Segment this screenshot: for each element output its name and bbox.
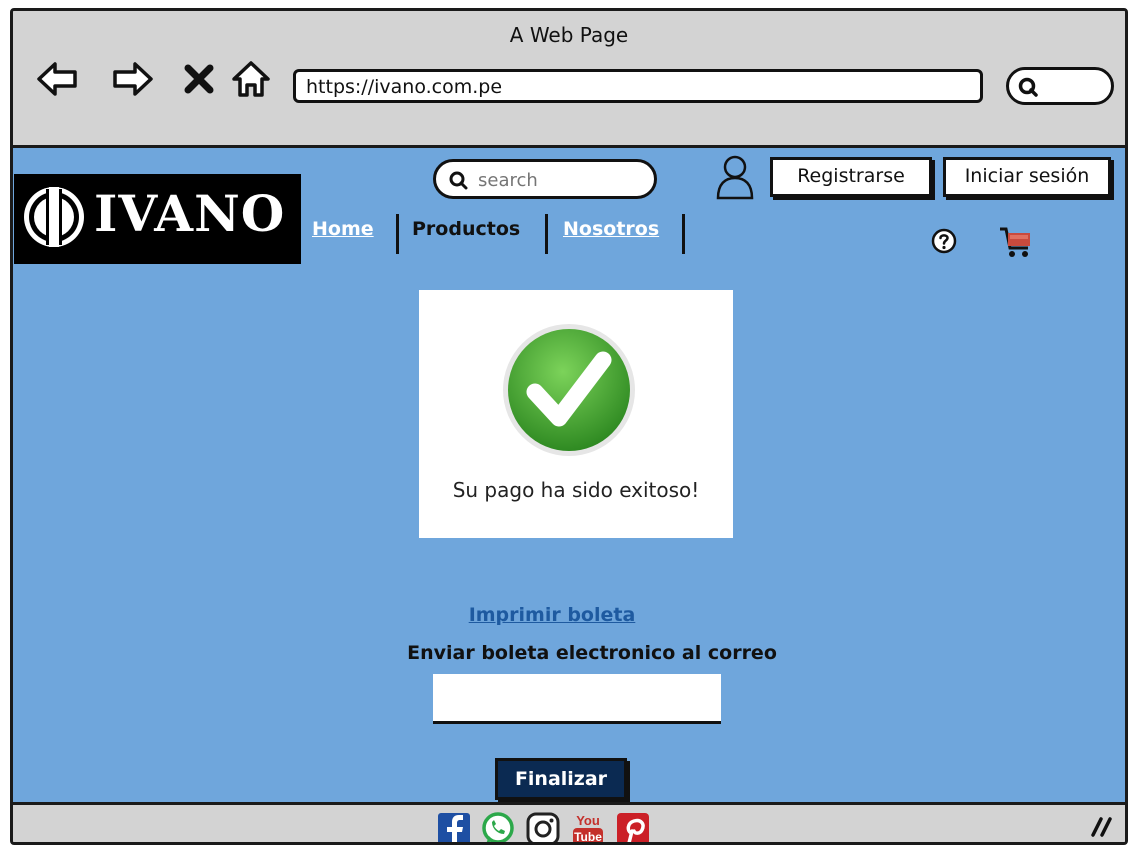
search-icon — [449, 171, 468, 190]
nav-productos[interactable]: Productos — [412, 218, 520, 240]
login-button[interactable]: Iniciar sesión — [943, 157, 1111, 197]
nav-home[interactable]: Home — [312, 218, 374, 240]
register-button[interactable]: Registrarse — [770, 157, 932, 197]
shopping-cart-icon[interactable] — [998, 224, 1034, 260]
instagram-icon[interactable] — [525, 811, 561, 842]
url-bar[interactable]: https://ivano.com.pe — [293, 69, 983, 103]
browser-search-field[interactable] — [1006, 67, 1114, 105]
window-title: A Web Page — [509, 23, 629, 47]
nav-divider — [396, 214, 399, 254]
email-receipt-label: Enviar boleta electronico al correo — [407, 642, 777, 664]
user-icon[interactable] — [715, 154, 755, 200]
success-card: Su pago ha sido exitoso! — [419, 290, 733, 538]
whatsapp-icon[interactable] — [480, 811, 516, 842]
nav-divider — [545, 214, 548, 254]
youtube-icon[interactable]: You Tube — [570, 811, 606, 844]
page-content: IVANO Registrarse Iniciar sesión Home Pr… — [13, 148, 1125, 802]
search-input[interactable] — [476, 166, 650, 194]
back-arrow-icon[interactable] — [35, 57, 79, 101]
email-field[interactable] — [433, 674, 721, 724]
site-search[interactable] — [433, 159, 657, 199]
page-footer: You Tube — [13, 802, 1125, 844]
success-message: Su pago ha sido exitoso! — [452, 478, 700, 502]
search-icon — [1018, 77, 1038, 97]
resize-handle-icon[interactable] — [1089, 815, 1115, 837]
svg-text:Tube: Tube — [574, 830, 602, 844]
help-icon[interactable] — [931, 228, 957, 254]
browser-titlebar: A Web Page https://ivano.com.pe — [13, 11, 1125, 148]
nav-nosotros[interactable]: Nosotros — [563, 218, 659, 240]
logo-ring-icon — [24, 187, 84, 247]
facebook-icon[interactable] — [436, 811, 472, 842]
svg-text:You: You — [576, 813, 600, 828]
print-receipt-link[interactable]: Imprimir boleta — [13, 604, 1125, 626]
finalize-button[interactable]: Finalizar — [495, 758, 627, 800]
logo-text: IVANO — [94, 184, 286, 243]
home-icon[interactable] — [229, 57, 273, 101]
pinterest-icon[interactable] — [615, 811, 651, 842]
nav-divider — [682, 214, 685, 254]
brand-logo[interactable]: IVANO — [14, 174, 301, 264]
browser-window: A Web Page https://ivano.com.pe IVANO se… — [10, 8, 1128, 845]
success-check-icon — [503, 324, 635, 456]
close-icon[interactable] — [181, 61, 217, 97]
forward-arrow-icon[interactable] — [111, 57, 155, 101]
